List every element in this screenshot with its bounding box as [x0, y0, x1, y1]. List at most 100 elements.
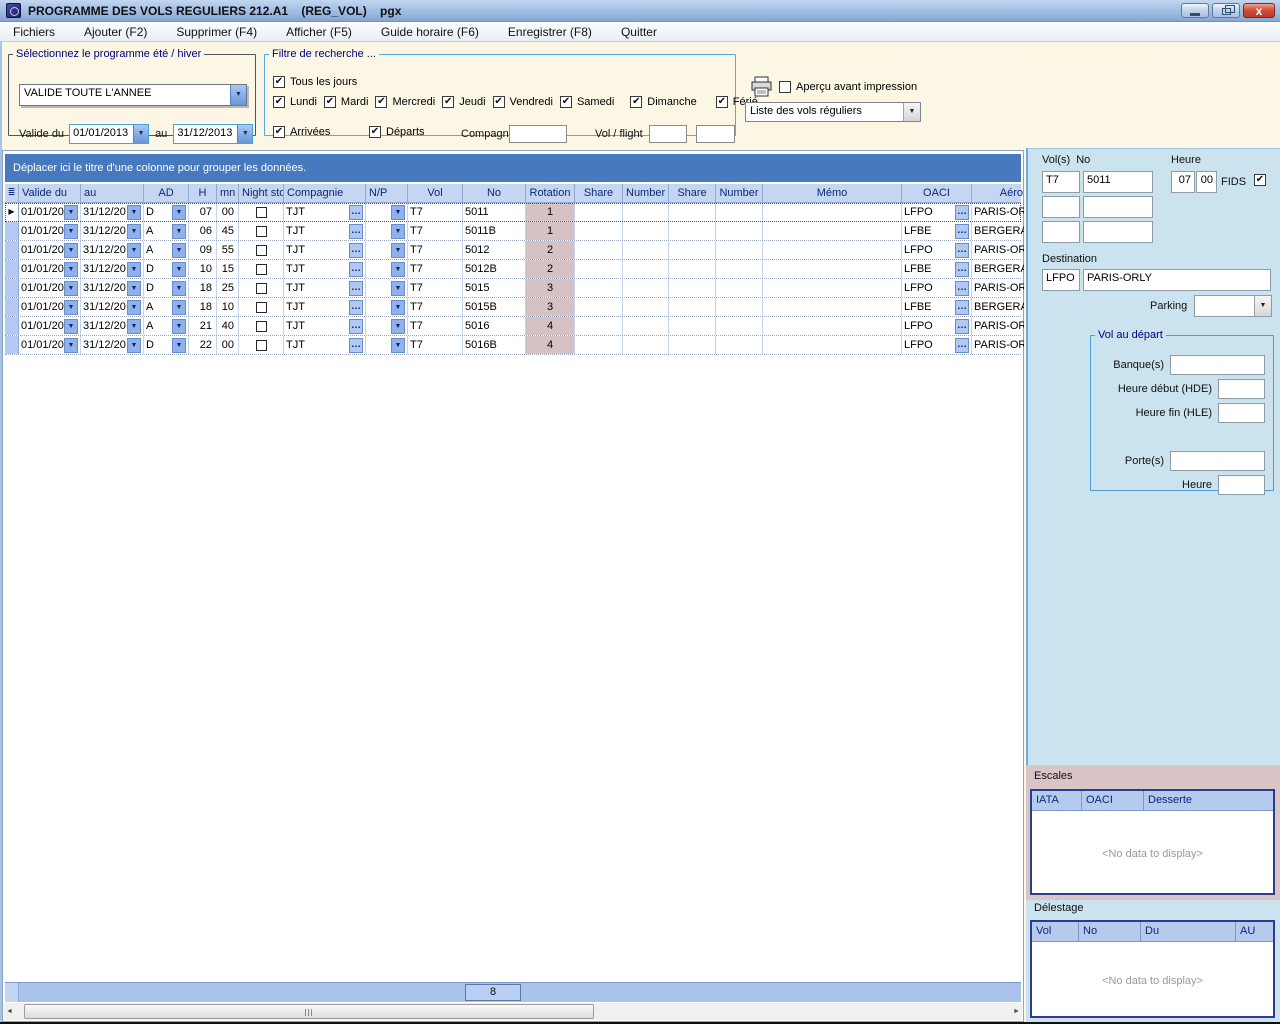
- cell-mn[interactable]: 55: [217, 241, 239, 259]
- cell-ad[interactable]: A▼: [144, 222, 189, 240]
- cell-memo[interactable]: [763, 222, 902, 240]
- cell-share2[interactable]: [669, 298, 716, 316]
- cell-number2[interactable]: [716, 260, 763, 278]
- tous-les-jours-checkbox[interactable]: ✔ Tous les jours: [273, 76, 357, 88]
- fids-checkbox[interactable]: ✔: [1254, 174, 1266, 186]
- cell-number2[interactable]: [716, 222, 763, 240]
- day-checkbox-dimanche[interactable]: ✔Dimanche: [630, 96, 697, 108]
- cell-np[interactable]: ▼: [366, 298, 408, 316]
- dropdown-button[interactable]: ▼: [391, 224, 405, 239]
- cell-h[interactable]: 06: [189, 222, 217, 240]
- cell-number2[interactable]: [716, 336, 763, 354]
- cell-oaci[interactable]: LFPO…: [902, 336, 972, 354]
- column-header-n-p-7[interactable]: N/P: [366, 184, 408, 202]
- cell-memo[interactable]: [763, 241, 902, 259]
- dropdown-button[interactable]: ▼: [64, 243, 78, 258]
- column-header-rotation-10[interactable]: Rotation: [526, 184, 575, 202]
- cell-np[interactable]: ▼: [366, 260, 408, 278]
- cell-h[interactable]: 10: [189, 260, 217, 278]
- column-header-valide-du-0[interactable]: Valide du: [19, 184, 81, 202]
- ellipsis-button[interactable]: …: [349, 205, 363, 220]
- cell-memo[interactable]: [763, 336, 902, 354]
- cell-no[interactable]: 5016B: [463, 336, 526, 354]
- cell-share1[interactable]: [575, 260, 623, 278]
- report-combobox[interactable]: Liste des vols réguliers ▼: [745, 102, 921, 122]
- cell-rotation[interactable]: 4: [526, 336, 575, 354]
- cell-share2[interactable]: [669, 241, 716, 259]
- dropdown-button[interactable]: ▼: [172, 205, 186, 220]
- chevron-down-icon[interactable]: ▼: [903, 103, 920, 121]
- ellipsis-button[interactable]: …: [349, 300, 363, 315]
- cell-night-stop[interactable]: [239, 203, 284, 221]
- vol-no-input[interactable]: 5011: [1083, 171, 1153, 193]
- column-header-ad-2[interactable]: AD: [144, 184, 189, 202]
- departs-checkbox[interactable]: ✔ Départs: [369, 126, 425, 138]
- cell-valide-du[interactable]: 01/01/20▼: [19, 317, 81, 335]
- dropdown-button[interactable]: ▼: [64, 281, 78, 296]
- night-stop-checkbox[interactable]: [256, 283, 267, 294]
- escales-column-desserte[interactable]: Desserte: [1144, 791, 1273, 810]
- dropdown-button[interactable]: ▼: [391, 205, 405, 220]
- cell-share1[interactable]: [575, 203, 623, 221]
- day-checkbox-jeudi[interactable]: ✔Jeudi: [442, 96, 485, 108]
- cell-compagnie[interactable]: TJT…: [284, 279, 366, 297]
- cell-aero[interactable]: BERGERA: [972, 260, 1027, 278]
- heure-fin-input[interactable]: [1218, 403, 1265, 423]
- column-header-no-9[interactable]: No: [463, 184, 526, 202]
- cell-memo[interactable]: [763, 260, 902, 278]
- cell-au[interactable]: 31/12/20▼: [81, 222, 144, 240]
- dropdown-button[interactable]: ▼: [64, 224, 78, 239]
- cell-valide-du[interactable]: 01/01/20▼: [19, 241, 81, 259]
- cell-aero[interactable]: PARIS-OR: [972, 241, 1027, 259]
- cell-no[interactable]: 5015: [463, 279, 526, 297]
- dropdown-button[interactable]: ▼: [127, 262, 141, 277]
- scroll-left-icon[interactable]: ◄: [4, 1003, 15, 1020]
- ellipsis-button[interactable]: …: [349, 319, 363, 334]
- cell-share2[interactable]: [669, 336, 716, 354]
- cell-valide-du[interactable]: 01/01/20▼: [19, 336, 81, 354]
- cell-valide-du[interactable]: 01/01/20▼: [19, 260, 81, 278]
- night-stop-checkbox[interactable]: [256, 245, 267, 256]
- cell-share1[interactable]: [575, 298, 623, 316]
- cell-rotation[interactable]: 2: [526, 241, 575, 259]
- compagnie-input[interactable]: [509, 125, 567, 143]
- column-header-number-14[interactable]: Number: [716, 184, 763, 202]
- column-header-h-3[interactable]: H: [189, 184, 217, 202]
- heure-h-input[interactable]: 07: [1171, 171, 1195, 193]
- scrollbar-thumb[interactable]: [24, 1004, 594, 1019]
- cell-h[interactable]: 18: [189, 298, 217, 316]
- ellipsis-button[interactable]: …: [955, 224, 969, 239]
- cell-mn[interactable]: 10: [217, 298, 239, 316]
- cell-mn[interactable]: 45: [217, 222, 239, 240]
- menu-item-fichiers[interactable]: Fichiers: [2, 23, 66, 41]
- close-button[interactable]: x: [1243, 3, 1275, 18]
- dropdown-button[interactable]: ▼: [172, 281, 186, 296]
- cell-h[interactable]: 07: [189, 203, 217, 221]
- column-header-night-sto-5[interactable]: Night sto: [239, 184, 284, 202]
- column-header-oaci-16[interactable]: OACI: [902, 184, 972, 202]
- cell-aero[interactable]: PARIS-OR: [972, 279, 1027, 297]
- ellipsis-button[interactable]: …: [955, 281, 969, 296]
- dropdown-button[interactable]: ▼: [64, 262, 78, 277]
- day-checkbox-mercredi[interactable]: ✔Mercredi: [375, 96, 435, 108]
- cell-ad[interactable]: D▼: [144, 203, 189, 221]
- cell-ad[interactable]: A▼: [144, 298, 189, 316]
- row-selector[interactable]: [5, 260, 19, 278]
- cell-np[interactable]: ▼: [366, 203, 408, 221]
- portes-input[interactable]: [1170, 451, 1265, 471]
- cell-np[interactable]: ▼: [366, 336, 408, 354]
- cell-no[interactable]: 5011: [463, 203, 526, 221]
- cell-aero[interactable]: PARIS-OR: [972, 317, 1027, 335]
- apercu-avant-impression-checkbox[interactable]: Aperçu avant impression: [779, 81, 917, 93]
- cell-mn[interactable]: 25: [217, 279, 239, 297]
- dropdown-button[interactable]: ▼: [64, 205, 78, 220]
- cell-number1[interactable]: [623, 203, 669, 221]
- cell-oaci[interactable]: LFPO…: [902, 317, 972, 335]
- cell-share2[interactable]: [669, 222, 716, 240]
- dropdown-button[interactable]: ▼: [64, 300, 78, 315]
- cell-number2[interactable]: [716, 298, 763, 316]
- dropdown-button[interactable]: ▼: [172, 224, 186, 239]
- cell-h[interactable]: 21: [189, 317, 217, 335]
- cell-au[interactable]: 31/12/20▼: [81, 279, 144, 297]
- dropdown-button[interactable]: ▼: [172, 319, 186, 334]
